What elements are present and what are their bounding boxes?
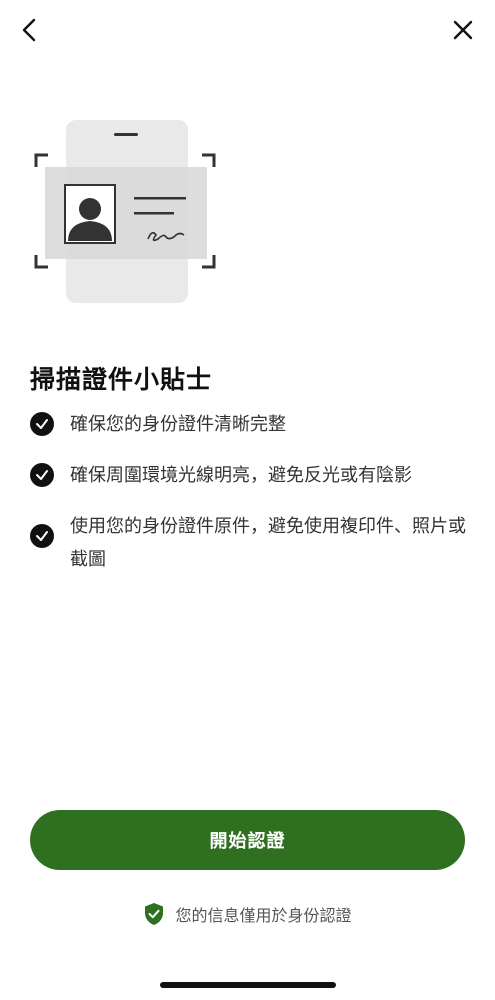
close-button[interactable]	[447, 14, 479, 46]
check-circle-icon	[30, 463, 54, 487]
tips-list: 確保您的身份證件清晰完整 確保周圍環境光線明亮，避免反光或有陰影 使用您的身份證…	[30, 412, 470, 598]
back-button[interactable]	[14, 14, 46, 46]
tip-text: 確保您的身份證件清晰完整	[70, 414, 286, 435]
tip-item: 使用您的身份證件原件，避免使用複印件、照片或截圖	[30, 514, 470, 576]
check-circle-icon	[30, 412, 54, 436]
privacy-text: 您的信息僅用於身份認證	[175, 906, 352, 925]
id-scan-illustration	[28, 115, 228, 310]
home-indicator[interactable]	[160, 982, 336, 988]
tip-text: 使用您的身份證件原件，避免使用複印件、照片或截圖	[70, 516, 466, 570]
check-circle-icon	[30, 524, 54, 548]
close-icon	[453, 20, 473, 40]
tip-item: 確保您的身份證件清晰完整	[30, 412, 470, 441]
chevron-left-icon	[22, 18, 36, 42]
top-bar	[0, 0, 495, 60]
privacy-note: 您的信息僅用於身份認證	[0, 902, 495, 926]
tip-text: 確保周圍環境光線明亮，避免反光或有陰影	[70, 465, 412, 486]
tip-item: 確保周圍環境光線明亮，避免反光或有陰影	[30, 463, 470, 492]
start-verification-button[interactable]: 開始認證	[30, 810, 465, 870]
shield-check-icon	[145, 903, 164, 925]
page-title: 掃描證件小貼士	[30, 365, 213, 394]
